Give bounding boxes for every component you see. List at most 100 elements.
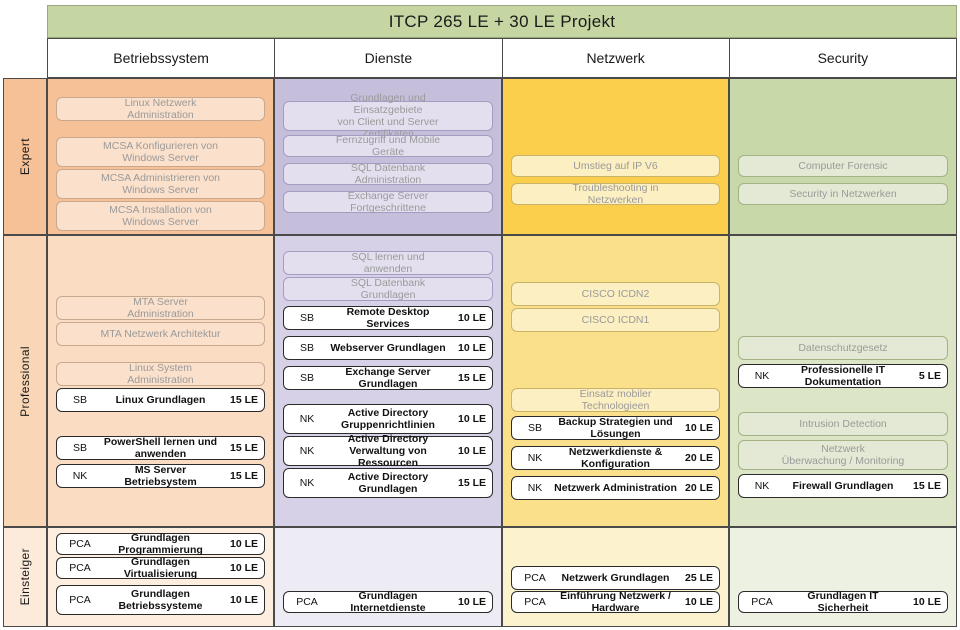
course-title: Netzwerk Grundlagen <box>561 571 670 584</box>
course-title: Grundlagen Programmierung <box>118 531 203 556</box>
course-title: SQL lernen und anwenden <box>351 250 425 275</box>
course-card[interactable]: Security in Netzwerken <box>738 183 948 205</box>
cell-expert-netzwerk: Umstieg auf IP V6 Troubleshooting in Netz… <box>502 78 729 235</box>
course-code: SB <box>72 394 87 406</box>
course-title: Grundlagen Virtualisierung <box>123 555 198 580</box>
course-card[interactable]: PCA Grundlagen Betriebssysteme 10 LE <box>56 585 265 615</box>
course-title: CISCO ICDN1 <box>581 313 650 326</box>
course-card[interactable]: NK Netzwerk Administration 20 LE <box>511 476 720 500</box>
course-title: Intrusion Detection <box>799 417 887 430</box>
course-card[interactable]: NK Active Directory Grundlagen 15 LE <box>283 468 493 498</box>
course-title: SQL Datenbank Administration <box>350 161 426 186</box>
course-card[interactable]: PCA Grundlagen Programmierung 10 LE <box>56 531 265 556</box>
course-card[interactable]: MTA Netzwerk Architektur <box>56 322 265 346</box>
course-card[interactable]: Exchange Server Fortgeschrittene <box>283 190 493 214</box>
course-le-units: 20 LE <box>684 482 713 494</box>
course-card[interactable]: SQL Datenbank Grundlagen <box>283 277 493 301</box>
course-card[interactable]: NK Active Directory Verwaltung von Ressour… <box>283 433 493 469</box>
level-label-professional: Professional <box>3 235 47 527</box>
course-card[interactable]: SB Webserver Grundlagen 10 LE <box>283 336 493 360</box>
course-code: NK <box>754 480 770 492</box>
course-code: PCA <box>524 596 546 608</box>
course-card[interactable]: NK MS Server Betriebsystem 15 LE <box>56 464 265 488</box>
course-title: PowerShell lernen und anwenden <box>103 435 218 460</box>
course-card[interactable]: Datenschutzgesetz <box>738 336 948 360</box>
course-card[interactable]: Umstieg auf IP V6 <box>511 155 720 177</box>
course-card[interactable]: SQL lernen und anwenden <box>283 251 493 275</box>
column-header-row: Betriebssystem Dienste Netzwerk Security <box>47 38 957 78</box>
course-code: PCA <box>69 562 91 574</box>
course-le-units: 5 LE <box>918 370 941 382</box>
course-card[interactable]: Fernzugriff und Mobile Geräte <box>283 133 493 158</box>
course-le-units: 15 LE <box>229 470 258 482</box>
course-card[interactable]: CISCO ICDN2 <box>511 282 720 306</box>
course-card[interactable]: Linux System Administration <box>56 362 265 386</box>
course-card[interactable]: SB Exchange Server Grundlagen 15 LE <box>283 366 493 390</box>
course-code: PCA <box>751 596 773 608</box>
course-title: Firewall Grundlagen <box>792 479 894 492</box>
course-title: Linux Netzwerk Administration <box>124 96 197 121</box>
course-title: Fernzugriff und Mobile Geräte <box>335 133 441 158</box>
course-card[interactable]: Troubleshooting in Netzwerken <box>511 181 720 206</box>
course-code: SB <box>299 342 314 354</box>
course-card[interactable]: MCSA Konfigurieren von Windows Server <box>56 137 265 167</box>
cell-einsteiger-dienste: PCA Grundlagen Internetdienste 10 LE <box>274 527 502 627</box>
course-card[interactable]: NK Firewall Grundlagen 15 LE <box>738 474 948 498</box>
course-code: PCA <box>69 594 91 606</box>
course-title: Umstieg auf IP V6 <box>573 159 658 172</box>
column-header-netzwerk: Netzwerk <box>502 38 730 78</box>
course-card[interactable]: PCA Grundlagen IT Sicherheit 10 LE <box>738 589 948 614</box>
course-card[interactable]: PCA Netzwerk Grundlagen 25 LE <box>511 566 720 590</box>
course-card[interactable]: MTA Server Administration <box>56 296 265 320</box>
course-card[interactable]: NK Professionelle IT Dokumentation 5 LE <box>738 364 948 388</box>
course-title: MCSA Installation von Windows Server <box>109 203 212 228</box>
course-card[interactable]: SQL Datenbank Administration <box>283 161 493 186</box>
course-le-units: 10 LE <box>912 596 941 608</box>
course-card[interactable]: SB PowerShell lernen und anwenden 15 LE <box>56 436 265 460</box>
course-card[interactable]: Computer Forensic <box>738 155 948 177</box>
course-card[interactable]: NK Active Directory Gruppenrichtlinien 10 L… <box>283 404 493 434</box>
course-matrix-diagram: ITCP 265 LE + 30 LE Projekt Betriebssyst… <box>0 0 960 630</box>
course-title: Linux System Administration <box>127 361 194 386</box>
course-code: PCA <box>524 572 546 584</box>
course-code: SB <box>527 422 542 434</box>
course-card[interactable]: MCSA Installation von Windows Server <box>56 201 265 231</box>
course-card[interactable]: SB Backup Strategien und Lösungen 10 LE <box>511 416 720 440</box>
course-code: SB <box>72 442 87 454</box>
course-card[interactable]: PCA Grundlagen Virtualisierung 10 LE <box>56 555 265 580</box>
level-label-expert: Expert <box>3 78 47 235</box>
course-le-units: 10 LE <box>457 445 486 457</box>
course-card[interactable]: Netzwerk Überwachung / Monitoring <box>738 440 948 470</box>
course-title: Grundlagen und Einsatzgebiete von Client … <box>337 91 439 140</box>
course-card[interactable]: PCA Grundlagen Internetdienste 10 LE <box>283 590 493 614</box>
course-code: NK <box>299 477 315 489</box>
course-card[interactable]: NK Netzwerkdienste & Konfiguration 20 LE <box>511 446 720 470</box>
course-title: Troubleshooting in Netzwerken <box>572 181 659 206</box>
course-card[interactable]: Linux Netzwerk Administration <box>56 97 265 121</box>
cell-professional-betriebssystem: MTA Server Administration MTA Netzwerk Ar… <box>47 235 274 527</box>
course-card[interactable]: MCSA Administrieren von Windows Server <box>56 169 265 199</box>
course-card[interactable]: SB Remote Desktop Services 10 LE <box>283 306 493 330</box>
course-title: MTA Server Administration <box>127 295 194 320</box>
course-title: Grundlagen IT Sicherheit <box>807 589 879 614</box>
course-title: Computer Forensic <box>798 159 888 172</box>
level-label-einsteiger: Einsteiger <box>3 527 47 627</box>
course-code: NK <box>72 470 88 482</box>
course-title: Professionelle IT Dokumentation <box>800 363 886 388</box>
course-code: SB <box>299 372 314 384</box>
course-card[interactable]: SB Linux Grundlagen 15 LE <box>56 388 265 412</box>
course-card[interactable]: Intrusion Detection <box>738 412 948 436</box>
course-card[interactable]: PCA Einführung Netzwerk / Hardware 10 LE <box>511 590 720 614</box>
course-le-units: 10 LE <box>457 413 486 425</box>
course-title: CISCO ICDN2 <box>581 287 650 300</box>
course-title: Webserver Grundlagen <box>330 341 446 354</box>
course-code: NK <box>299 413 315 425</box>
course-card[interactable]: Grundlagen und Einsatzgebiete von Client … <box>283 92 493 140</box>
level-label-einsteiger-text: Einsteiger <box>18 548 32 606</box>
course-title: Datenschutzgesetz <box>798 341 888 354</box>
course-le-units: 25 LE <box>684 572 713 584</box>
cell-einsteiger-netzwerk: PCA Netzwerk Grundlagen 25 LE PCA Einführung… <box>502 527 729 627</box>
course-title: MTA Netzwerk Architektur <box>100 327 221 340</box>
course-card[interactable]: Einsatz mobiler Technologieen <box>511 388 720 412</box>
course-card[interactable]: CISCO ICDN1 <box>511 308 720 332</box>
